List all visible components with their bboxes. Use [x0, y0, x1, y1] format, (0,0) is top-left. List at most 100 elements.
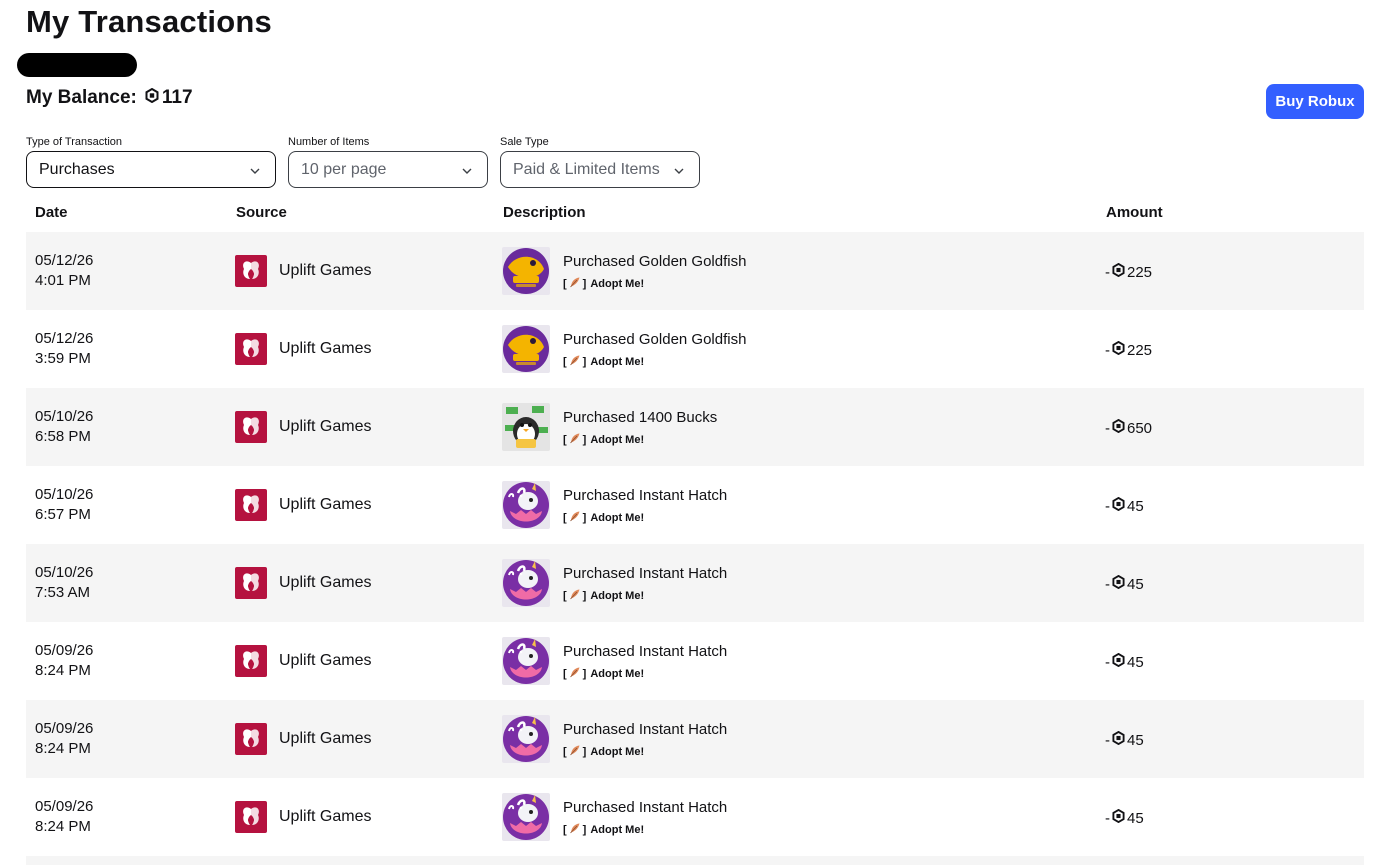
- item-thumbnail[interactable]: [502, 559, 550, 607]
- source-name[interactable]: Uplift Games: [279, 730, 371, 748]
- instant-hatch-image: [502, 559, 550, 607]
- item-description[interactable]: Purchased Instant Hatch: [563, 486, 727, 506]
- item-description[interactable]: Purchased Instant Hatch: [563, 798, 727, 818]
- amount-sign: -: [1105, 653, 1110, 671]
- buy-robux-button[interactable]: Buy Robux: [1266, 84, 1364, 119]
- item-description[interactable]: Purchased Instant Hatch: [563, 642, 727, 662]
- place-link[interactable]: [ ] Adopt Me!: [563, 822, 644, 838]
- table-row: 05/12/26 3:59 PM Uplift Games Purchased …: [26, 310, 1364, 388]
- balance-value: 117: [161, 87, 193, 108]
- transaction-date: 05/10/26: [35, 486, 94, 503]
- selected-value: Paid & Limited Items: [513, 160, 660, 178]
- place-link[interactable]: [ ] Adopt Me!: [563, 666, 644, 682]
- item-description[interactable]: Purchased Instant Hatch: [563, 720, 727, 740]
- item-thumbnail[interactable]: [502, 637, 550, 685]
- item-description[interactable]: Purchased Golden Goldfish: [563, 252, 746, 272]
- chevron-down-icon: [673, 164, 685, 176]
- source-name[interactable]: Uplift Games: [279, 652, 371, 670]
- filter-label: Number of Items: [288, 136, 370, 148]
- feather-icon: [569, 588, 581, 604]
- source-name[interactable]: Uplift Games: [279, 340, 371, 358]
- item-description[interactable]: Purchased 1400 Bucks: [563, 408, 717, 428]
- amount-cell: - 45: [1105, 496, 1144, 516]
- amount-value: 45: [1127, 731, 1144, 749]
- transaction-time: 7:53 AM: [35, 584, 91, 601]
- robux-icon: [1112, 418, 1125, 438]
- date-cell: 05/10/26 6:58 PM: [35, 407, 93, 447]
- place-link[interactable]: [ ] Adopt Me!: [563, 588, 644, 604]
- amount-cell: - 45: [1105, 808, 1144, 828]
- place-link[interactable]: [ ] Adopt Me!: [563, 744, 644, 760]
- amount-cell: - 225: [1105, 340, 1153, 360]
- selected-value: 10 per page: [301, 160, 387, 178]
- place-link[interactable]: [ ] Adopt Me!: [563, 276, 644, 292]
- place-name: Adopt Me!: [590, 512, 645, 524]
- uplift-games-logo[interactable]: [235, 489, 267, 521]
- place-bracket-close: ]: [582, 278, 587, 290]
- uplift-games-logo[interactable]: [235, 567, 267, 599]
- transaction-date: 05/12/26: [35, 330, 94, 347]
- amount-value: 45: [1127, 809, 1144, 827]
- uplift-games-logo[interactable]: [235, 723, 267, 755]
- item-thumbnail[interactable]: [502, 481, 550, 529]
- place-link[interactable]: [ ] Adopt Me!: [563, 510, 644, 526]
- item-thumbnail[interactable]: [502, 247, 550, 295]
- amount-value: 45: [1127, 497, 1144, 515]
- transaction-type-select[interactable]: Purchases: [26, 151, 276, 188]
- number-of-items-select[interactable]: 10 per page: [288, 151, 488, 188]
- column-header-description: Description: [503, 204, 586, 221]
- amount-sign: -: [1105, 809, 1110, 827]
- amount-value: 225: [1127, 341, 1153, 359]
- filter-label: Sale Type: [500, 136, 549, 148]
- amount-sign: -: [1105, 731, 1110, 749]
- uplift-games-logo[interactable]: [235, 645, 267, 677]
- uplift-games-logo[interactable]: [235, 255, 267, 287]
- item-description[interactable]: Purchased Instant Hatch: [563, 564, 727, 584]
- item-thumbnail[interactable]: [502, 793, 550, 841]
- robux-icon: [1112, 808, 1125, 828]
- amount-value: 225: [1127, 263, 1153, 281]
- place-link[interactable]: [ ] Adopt Me!: [563, 432, 644, 448]
- amount-cell: - 650: [1105, 418, 1152, 438]
- golden-goldfish-image: [502, 247, 550, 295]
- date-cell: 05/12/26 4:01 PM: [35, 251, 93, 291]
- instant-hatch-image: [502, 637, 550, 685]
- amount-value: 45: [1127, 575, 1144, 593]
- date-cell: 05/12/26 3:59 PM: [35, 329, 93, 369]
- page-title: My Transactions: [26, 4, 272, 39]
- amount-sign: -: [1105, 575, 1110, 593]
- feather-icon: [569, 432, 581, 448]
- item-description[interactable]: Purchased Golden Goldfish: [563, 330, 746, 350]
- item-thumbnail[interactable]: [502, 325, 550, 373]
- sale-type-select[interactable]: Paid & Limited Items: [500, 151, 700, 188]
- source-name[interactable]: Uplift Games: [279, 262, 371, 280]
- transactions-page: My Transactions My Balance: 117 Buy Robu…: [0, 0, 1397, 865]
- table-row: 05/09/26 8:24 PM Uplift Games Purchased …: [26, 700, 1364, 778]
- item-thumbnail[interactable]: [502, 403, 550, 451]
- source-name[interactable]: Uplift Games: [279, 808, 371, 826]
- transaction-time: 6:57 PM: [35, 506, 91, 523]
- place-bracket-open: [: [563, 434, 567, 446]
- place-link[interactable]: [ ] Adopt Me!: [563, 354, 644, 370]
- table-header: Date Source Description Amount: [26, 198, 1364, 228]
- uplift-games-logo[interactable]: [235, 333, 267, 365]
- table-row: 05/09/26 8:24 PM Uplift Games Purchased …: [26, 622, 1364, 700]
- source-name[interactable]: Uplift Games: [279, 496, 371, 514]
- transaction-time: 8:24 PM: [35, 740, 91, 757]
- uplift-games-logo[interactable]: [235, 411, 267, 443]
- date-cell: 05/10/26 6:57 PM: [35, 485, 93, 525]
- uplift-games-logo[interactable]: [235, 801, 267, 833]
- robux-icon: [1112, 496, 1125, 516]
- place-name: Adopt Me!: [590, 434, 645, 446]
- transaction-date: 05/09/26: [35, 642, 94, 659]
- source-name[interactable]: Uplift Games: [279, 574, 371, 592]
- place-name: Adopt Me!: [590, 278, 645, 290]
- feather-icon: [569, 354, 581, 370]
- transaction-type-filter: Type of Transaction Purchases: [26, 135, 276, 188]
- source-name[interactable]: Uplift Games: [279, 418, 371, 436]
- place-name: Adopt Me!: [590, 824, 645, 836]
- instant-hatch-image: [502, 715, 550, 763]
- instant-hatch-image: [502, 481, 550, 529]
- item-thumbnail[interactable]: [502, 715, 550, 763]
- selected-value: Purchases: [39, 160, 115, 178]
